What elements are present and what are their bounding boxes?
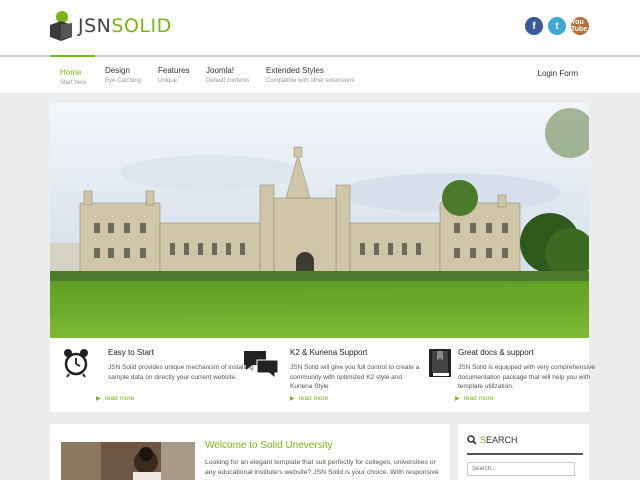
divider <box>467 453 583 455</box>
nav-item-subtitle: Unique <box>158 78 178 84</box>
logo-icon <box>50 11 74 41</box>
welcome-title: Welcome to Solid Uneversity <box>205 440 333 451</box>
site-logo[interactable]: JSNSOLID <box>50 11 172 41</box>
feature-title: Easy to Start <box>108 348 154 357</box>
nav-item-features[interactable]: Features Unique <box>158 57 190 93</box>
header: JSNSOLID f t You Tube <box>0 0 640 55</box>
nav-item-subtitle: Compatible with other extensions <box>266 78 355 84</box>
nav-item-home[interactable]: Home Start here <box>50 55 95 91</box>
main-nav: Home Start here Design Eye-Catching Feat… <box>0 55 640 93</box>
logo-text-solid: SOLID <box>111 15 172 37</box>
nav-item-title: Joomla! <box>206 66 235 75</box>
facebook-icon[interactable]: f <box>525 17 543 35</box>
welcome-text: Looking for an elegant template that sui… <box>205 459 439 480</box>
twitter-icon[interactable]: t <box>548 17 566 35</box>
arrow-icon: ▶ <box>96 396 101 402</box>
arrow-icon: ▶ <box>455 396 460 402</box>
nav-item-design[interactable]: Design Eye-Catching <box>105 57 141 93</box>
alarm-clock-icon <box>64 349 88 378</box>
arrow-icon: ▶ <box>290 396 295 402</box>
feature-description: JSN Solid is equipped with very comprehe… <box>458 364 595 391</box>
social-links: f t You Tube <box>525 17 589 35</box>
logo-text-jsn: JSN <box>78 15 112 37</box>
nav-item-joomla[interactable]: Joomla! Default contents <box>206 57 249 93</box>
read-more-link[interactable]: ▶ read more <box>455 395 493 402</box>
youtube-icon[interactable]: You Tube <box>571 17 589 35</box>
nav-item-title: Design <box>105 66 130 75</box>
nav-item-subtitle: Eye-Catching <box>105 78 142 84</box>
hero-image <box>50 103 589 338</box>
search-icon <box>467 435 477 445</box>
feature-title: Great docs & support <box>458 348 534 357</box>
search-title-rest: EARCH <box>486 435 518 445</box>
read-more-label: read more <box>104 395 135 402</box>
nav-item-subtitle: Start here <box>60 80 87 86</box>
logo-text: JSNSOLID <box>78 15 172 37</box>
nav-item-extended-styles[interactable]: Extended Styles Compatible with other ex… <box>266 57 354 93</box>
book-icon <box>429 349 451 377</box>
nav-item-subtitle: Default contents <box>206 78 250 84</box>
nav-item-title: Features <box>158 66 190 75</box>
login-form-link[interactable]: Login Form <box>538 69 578 78</box>
nav-item-title: Home <box>60 68 82 77</box>
speech-bubbles-icon <box>244 351 279 378</box>
read-more-label: read more <box>298 395 329 402</box>
student-photo <box>61 442 195 480</box>
welcome-section: Welcome to Solid Uneversity Looking for … <box>50 424 450 480</box>
features-strip: Easy to Start JSN Solid provides unique … <box>50 338 595 412</box>
nav-item-title: Extended Styles <box>266 66 324 75</box>
search-module: S EARCH <box>458 424 589 480</box>
read-more-link[interactable]: ▶ read more <box>96 395 134 402</box>
read-more-label: read more <box>463 395 494 402</box>
search-title: S EARCH <box>467 435 518 445</box>
read-more-link[interactable]: ▶ read more <box>290 395 328 402</box>
search-input[interactable] <box>467 462 575 476</box>
feature-description: JSN Solid will give you full control to … <box>290 364 420 391</box>
feature-title: K2 & Kunena Support <box>290 348 368 357</box>
